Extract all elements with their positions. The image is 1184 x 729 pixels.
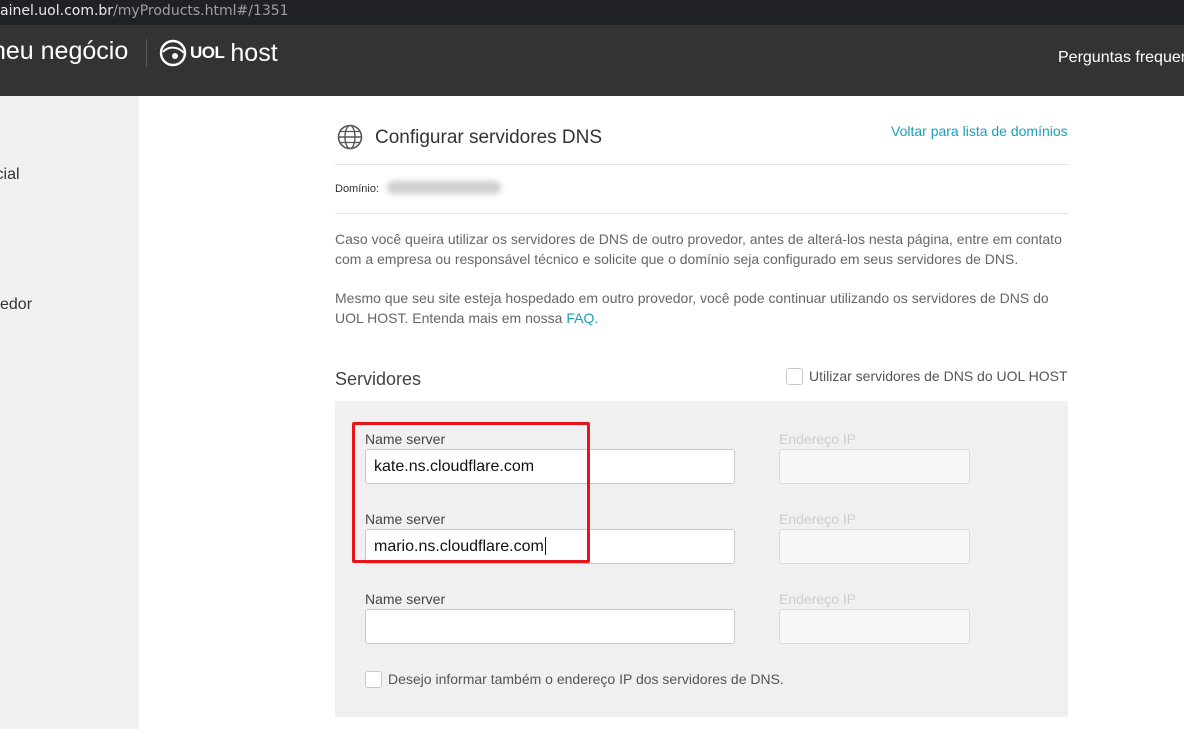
sidebar-item-inicial[interactable]: icial bbox=[0, 166, 20, 184]
ip-address-label: Endereço IP bbox=[779, 591, 857, 607]
annotation-highlight-box bbox=[352, 422, 590, 563]
inform-ip-label[interactable]: Desejo informar também o endereço IP dos… bbox=[388, 671, 784, 687]
url-path: /myProducts.html#/1351 bbox=[113, 3, 289, 19]
name-server-label: Name server bbox=[365, 591, 446, 607]
url-host: ainel.uol.com.br bbox=[0, 3, 114, 19]
ip-address-label: Endereço IP bbox=[779, 431, 857, 447]
brand-title: neu negócio bbox=[0, 37, 129, 65]
url-text[interactable]: ainel.uol.com.br/myProducts.html#/1351 bbox=[0, 3, 289, 19]
info-paragraph-2: Mesmo que seu site esteja hospedado em o… bbox=[335, 288, 1068, 328]
sidebar-item-provedor[interactable]: vedor bbox=[0, 296, 32, 314]
uol-host-logo[interactable]: UOL host bbox=[158, 37, 278, 69]
name-server-input-3[interactable] bbox=[365, 609, 735, 644]
back-to-domains-link[interactable]: Voltar para lista de domínios bbox=[891, 123, 1068, 139]
domain-label: Domínio: bbox=[335, 183, 380, 195]
faq-link[interactable]: FAQ. bbox=[566, 310, 598, 326]
ip-address-input-2[interactable] bbox=[779, 529, 970, 564]
nav-faq-link[interactable]: Perguntas frequer bbox=[1058, 49, 1184, 67]
inform-ip-checkbox[interactable] bbox=[365, 671, 382, 688]
servers-section-title: Servidores bbox=[335, 369, 422, 389]
ip-address-label: Endereço IP bbox=[779, 511, 857, 527]
browser-address-bar[interactable]: ainel.uol.com.br/myProducts.html#/1351 bbox=[0, 0, 1184, 25]
sidebar: icial vedor bbox=[0, 96, 139, 729]
info-paragraph-2-text: Mesmo que seu site esteja hospedado em o… bbox=[335, 290, 1049, 326]
text-cursor bbox=[545, 537, 546, 555]
uol-logo-icon bbox=[159, 39, 187, 67]
page-title: Configurar servidores DNS bbox=[375, 127, 603, 148]
brand-divider bbox=[146, 39, 147, 67]
ip-address-input-3[interactable] bbox=[779, 609, 970, 644]
logo-uol-text: UOL bbox=[190, 43, 225, 62]
ip-address-input-1[interactable] bbox=[779, 449, 970, 484]
logo-host-text: host bbox=[230, 38, 278, 67]
divider bbox=[335, 164, 1068, 165]
domain-value-redacted bbox=[387, 181, 501, 194]
info-paragraph: Caso você queira utilizar os servidores … bbox=[335, 231, 1062, 267]
use-uol-dns-label[interactable]: Utilizar servidores de DNS do UOL HOST bbox=[809, 368, 1068, 384]
top-header: neu negócio UOL host Perguntas frequer bbox=[0, 25, 1184, 96]
use-uol-dns-checkbox[interactable] bbox=[786, 368, 803, 385]
globe-icon bbox=[337, 124, 363, 150]
divider bbox=[335, 213, 1068, 214]
